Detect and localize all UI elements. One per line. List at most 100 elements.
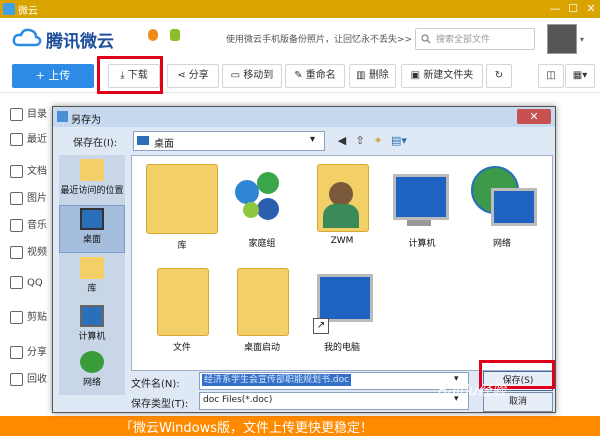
- location-label: 保存在(I):: [73, 138, 118, 149]
- search-box[interactable]: 搜索全部文件: [415, 28, 535, 50]
- app-header: 腾讯微云 使用微云手机版备份照片，让回忆永不丢失>> 搜索全部文件 ▾: [0, 18, 600, 59]
- location-select[interactable]: 桌面 ▾: [133, 131, 325, 151]
- file-label: 桌面启动: [243, 343, 280, 353]
- chevron-down-icon[interactable]: ▾: [580, 35, 584, 44]
- filename-label: 文件名(N):: [131, 379, 180, 390]
- image-icon: [10, 191, 23, 205]
- promo-link[interactable]: 使用微云手机版备份照片，让回忆永不丢失>>: [226, 32, 412, 45]
- rename-button[interactable]: ✎ 重命名: [285, 64, 345, 88]
- share-label: 分享: [188, 70, 209, 81]
- logo-text: 腾讯微云: [46, 32, 114, 52]
- file-label: 网络: [492, 239, 511, 249]
- place-label: 最近访问的位置: [60, 186, 124, 196]
- dialog-titlebar[interactable]: 另存为 ✕: [53, 107, 555, 127]
- avatar[interactable]: [547, 24, 577, 54]
- desktop-icon: [137, 136, 149, 145]
- place-network[interactable]: 网络: [59, 349, 125, 397]
- upload-button[interactable]: + 上传: [12, 64, 94, 88]
- window-title: 微云: [18, 6, 38, 17]
- sidebar-item-qq[interactable]: QQ: [10, 276, 54, 296]
- toolbar: + 上传 ⤓ 下载 ⋖ 分享 ▭ 移动到 ✎ 重命名 ▥ 删除 ▣ 新建文件夹 …: [0, 56, 600, 94]
- download-button[interactable]: ⤓ 下载: [108, 64, 160, 88]
- sidebar-item-directory[interactable]: 目录: [10, 105, 54, 125]
- filename-value: 经济系学生会宣传部职能规划书.doc: [202, 374, 352, 386]
- new-folder-icon[interactable]: ✦: [371, 134, 385, 148]
- dialog-close-button[interactable]: ✕: [517, 109, 551, 124]
- file-item-library[interactable]: 库: [142, 164, 222, 258]
- computer-icon: [387, 164, 457, 232]
- search-input[interactable]: 搜索全部文件: [436, 32, 490, 45]
- minimize-button[interactable]: —: [548, 2, 562, 16]
- view-menu-icon[interactable]: ▤▾: [389, 134, 409, 148]
- download-icon: ⤓: [120, 70, 128, 81]
- filename-field[interactable]: 经济系学生会宣传部职能规划书.doc ▾: [199, 372, 469, 390]
- back-icon[interactable]: ◀: [335, 134, 349, 148]
- sidebar-item-trash[interactable]: 回收: [10, 370, 54, 390]
- watermark: Baidu经验: [438, 383, 506, 399]
- dialog-title: 另存为: [71, 115, 101, 126]
- file-item-user[interactable]: ZWM: [302, 164, 382, 258]
- filetype-select[interactable]: doc Files(*.doc) ▾: [199, 392, 469, 410]
- file-label: 我的电脑: [323, 343, 360, 353]
- grid-view-icon: ▦▾: [572, 70, 588, 81]
- close-icon: ✕: [529, 110, 539, 123]
- trash-icon: [10, 372, 23, 386]
- library-folder-icon: [146, 164, 218, 234]
- user-folder-icon: [307, 164, 377, 232]
- file-item-network[interactable]: 网络: [462, 164, 542, 258]
- app-icon: [3, 3, 15, 15]
- maximize-button[interactable]: ☐: [566, 2, 580, 16]
- place-recent[interactable]: 最近访问的位置: [59, 157, 125, 205]
- place-desktop[interactable]: 桌面: [59, 205, 125, 253]
- network-icon: [467, 164, 537, 232]
- sidebar: 目录 最近 文档 图片 音乐 视频 QQ 剪贴 分享 回收: [0, 93, 56, 436]
- file-label: 文件: [172, 343, 191, 353]
- sidebar-item-label: 文档: [27, 166, 47, 177]
- file-item-homegroup[interactable]: 家庭组: [222, 164, 302, 258]
- folder-icon: [227, 268, 297, 336]
- clock-icon: [10, 132, 23, 146]
- recent-places-icon: [80, 159, 104, 181]
- place-computer[interactable]: 计算机: [59, 303, 125, 351]
- grid-view-button[interactable]: ▦▾: [565, 64, 595, 88]
- place-library[interactable]: 库: [59, 255, 125, 303]
- save-as-dialog: 另存为 ✕ 保存在(I): 桌面 ▾ ◀ ⇧ ✦ ▤▾ 最近访问的位置 桌面 库…: [52, 106, 556, 413]
- close-button[interactable]: ✕: [584, 2, 598, 16]
- file-item-my-computer[interactable]: ↗ 我的电脑: [302, 268, 382, 362]
- chevron-down-icon: ▾: [310, 134, 316, 145]
- list-view-button[interactable]: ◫: [538, 64, 564, 88]
- sidebar-item-images[interactable]: 图片: [10, 189, 54, 209]
- sidebar-item-clipboard[interactable]: 剪贴: [10, 308, 54, 328]
- refresh-icon: ↻: [494, 70, 504, 81]
- apple-icon[interactable]: [148, 29, 158, 41]
- sidebar-item-docs[interactable]: 文档: [10, 162, 54, 182]
- computer-icon: [80, 305, 104, 327]
- clipboard-icon: [10, 310, 23, 324]
- promo-banner[interactable]: 「微云Windows版，文件上传更快更稳定！: [0, 416, 600, 436]
- promo-banner-text: 「微云Windows版，文件上传更快更稳定！: [120, 421, 374, 436]
- sidebar-item-label: 剪贴: [27, 312, 47, 323]
- sidebar-item-share[interactable]: 分享: [10, 343, 54, 363]
- sidebar-item-music[interactable]: 音乐: [10, 216, 54, 236]
- computer-shortcut-icon: ↗: [307, 268, 377, 336]
- places-bar: 最近访问的位置 桌面 库 计算机 网络: [59, 155, 125, 395]
- place-label: 网络: [82, 378, 101, 388]
- place-label: 库: [87, 284, 97, 294]
- delete-button[interactable]: ▥ 删除: [349, 64, 396, 88]
- sidebar-item-recent[interactable]: 最近: [10, 130, 54, 150]
- move-button[interactable]: ▭ 移动到: [222, 64, 282, 88]
- file-item-files[interactable]: 文件: [142, 268, 222, 362]
- sidebar-item-video[interactable]: 视频: [10, 243, 54, 263]
- file-list: 库 家庭组 ZWM 计算机 网络 文件 桌面启动 ↗ 我的电脑: [131, 155, 553, 371]
- file-item-desktop-startup[interactable]: 桌面启动: [222, 268, 302, 362]
- android-icon[interactable]: [170, 29, 180, 41]
- up-folder-icon[interactable]: ⇧: [353, 134, 367, 148]
- new-folder-button[interactable]: ▣ 新建文件夹: [401, 64, 483, 88]
- sidebar-item-label: 回收: [27, 374, 47, 385]
- refresh-button[interactable]: ↻: [486, 64, 512, 88]
- delete-label: 删除: [368, 70, 389, 81]
- homegroup-icon: [227, 164, 297, 232]
- sidebar-item-label: 音乐: [27, 220, 47, 231]
- file-item-computer[interactable]: 计算机: [382, 164, 462, 258]
- share-button[interactable]: ⋖ 分享: [167, 64, 219, 88]
